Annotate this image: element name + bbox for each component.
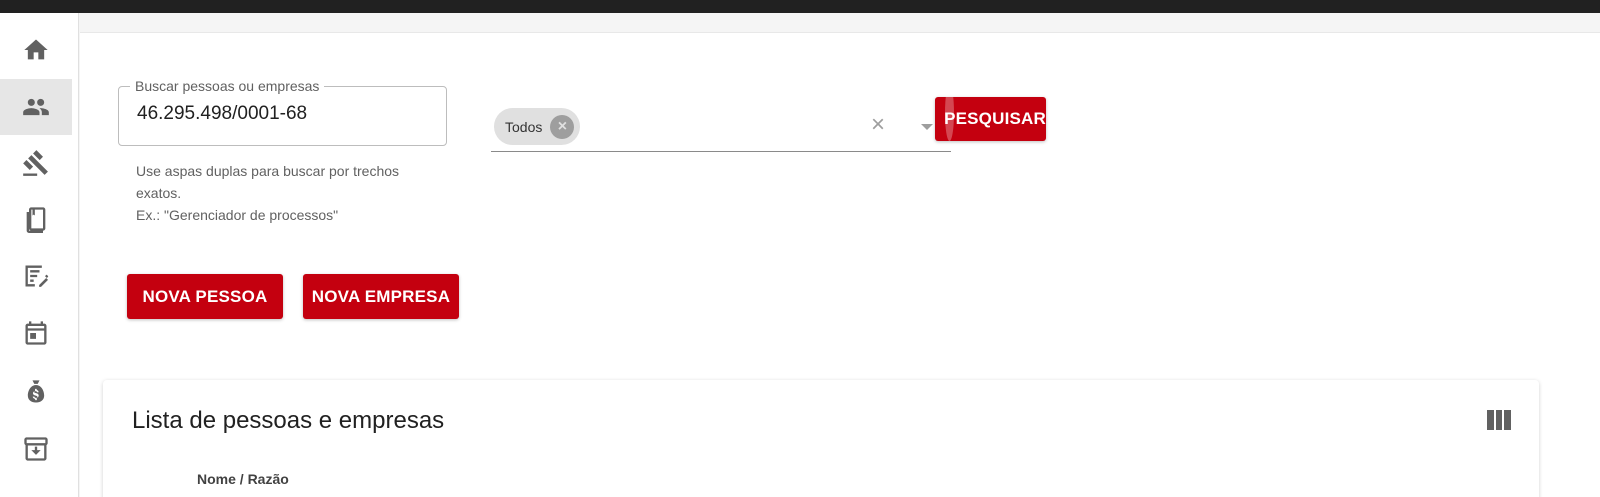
sidebar-item-agenda[interactable]	[0, 305, 72, 361]
type-filter-select[interactable]: Todos × ×	[491, 100, 951, 152]
new-company-button[interactable]: NOVA EMPRESA	[303, 274, 459, 319]
helper-line-1: Use aspas duplas para buscar por trechos…	[136, 163, 400, 201]
sidebar	[0, 13, 79, 497]
filter-chip-todos: Todos ×	[494, 108, 581, 145]
search-label: Buscar pessoas ou empresas	[130, 77, 325, 95]
chip-label: Todos	[505, 118, 543, 135]
search-button-label: PESQUISAR	[944, 109, 1046, 128]
people-icon	[23, 98, 49, 116]
calendar-icon	[25, 321, 47, 345]
sidebar-item-arquivo[interactable]	[0, 421, 72, 477]
home-icon	[24, 39, 48, 60]
search-input[interactable]	[137, 103, 437, 125]
sidebar-item-documentos[interactable]	[0, 191, 72, 247]
list-title: Lista de pessoas e empresas	[132, 407, 445, 434]
search-helper-text: Use aspas duplas para buscar por trechos…	[136, 160, 436, 226]
sidebar-item-home[interactable]	[0, 22, 72, 78]
sidebar-item-processos[interactable]	[0, 135, 72, 191]
top-app-bar	[0, 0, 1600, 13]
new-person-button[interactable]: NOVA PESSOA	[127, 274, 283, 319]
sidebar-item-tarefas[interactable]	[0, 248, 72, 304]
book-icon	[26, 207, 46, 233]
archive-icon	[24, 437, 48, 461]
edit-note-icon	[25, 265, 49, 287]
helper-line-2: Ex.: "Gerenciador de processos"	[136, 207, 339, 223]
search-button[interactable]: PESQUISAR	[935, 97, 1046, 141]
sidebar-item-pessoas[interactable]	[0, 79, 72, 135]
arrow-drop-down-icon[interactable]	[921, 124, 933, 130]
close-icon[interactable]: ×	[871, 113, 885, 137]
view-column-icon[interactable]	[1487, 410, 1512, 430]
money-bag-icon	[27, 380, 45, 403]
sidebar-item-financeiro[interactable]	[0, 364, 72, 420]
cancel-icon[interactable]: ×	[550, 114, 575, 139]
search-field[interactable]	[118, 86, 447, 146]
gavel-icon	[23, 150, 48, 176]
results-card: Lista de pessoas e empresas Nome / Razão	[103, 380, 1539, 497]
column-header-nome[interactable]: Nome / Razão	[197, 471, 289, 488]
